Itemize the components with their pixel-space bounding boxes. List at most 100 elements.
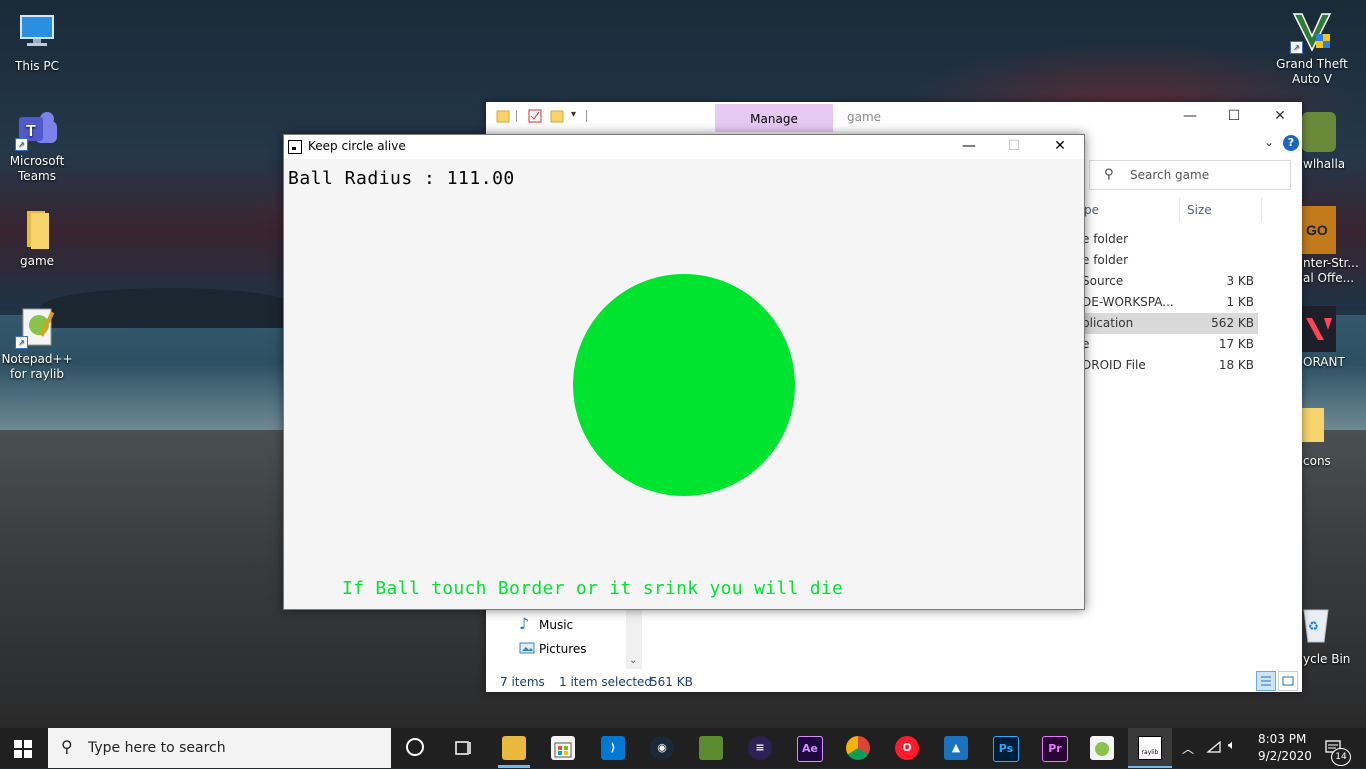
maximize-button[interactable]: ☐	[1211, 102, 1257, 132]
minecraft-icon[interactable]	[699, 736, 723, 760]
desktop-partial-label: al Offe...	[1303, 271, 1355, 285]
file-size: 18 KB	[1218, 358, 1254, 372]
shortcut-arrow-icon: ↗	[15, 138, 28, 151]
clock-time[interactable]: 8:03 PM	[1258, 732, 1306, 746]
file-row[interactable]: DE-WORKSPA... 1 KB	[1082, 292, 1258, 313]
status-item-count: 7 items	[500, 675, 545, 689]
details-view-button[interactable]	[1256, 671, 1276, 691]
cortana-icon[interactable]	[406, 738, 424, 756]
desktop-icon-gta[interactable]: ↗ Grand Theft Auto V	[1272, 10, 1352, 87]
affinity-icon[interactable]: ▲	[944, 736, 968, 760]
raylib-icon: raylib	[1138, 736, 1162, 760]
opera-icon[interactable]: O	[895, 736, 919, 760]
desktop-icon-this-pc[interactable]: This PC	[0, 12, 77, 74]
wifi-icon[interactable]	[1206, 739, 1222, 758]
chevron-down-icon[interactable]: ⌄	[629, 655, 637, 666]
nav-item-pictures[interactable]: Pictures	[486, 638, 626, 660]
raylib-taskbar-button[interactable]: raylib	[1128, 728, 1172, 768]
warning-text: If Ball touch Border or it srink you wil…	[342, 578, 844, 599]
monitor-icon	[15, 12, 59, 56]
vscode-icon[interactable]: ⟩	[601, 736, 625, 760]
close-button[interactable]: ✕	[1257, 102, 1303, 132]
nav-item-music[interactable]: ♪ Music	[486, 614, 626, 636]
file-row[interactable]: Source 3 KB	[1082, 271, 1258, 292]
column-divider[interactable]	[1179, 198, 1180, 222]
steam-icon[interactable]: ◉	[650, 736, 674, 760]
windows-start-icon[interactable]	[14, 740, 32, 761]
column-divider[interactable]	[1261, 198, 1262, 222]
window-title: Keep circle alive	[308, 139, 406, 153]
photoshop-icon[interactable]: Ps	[993, 736, 1019, 762]
pictures-icon	[519, 642, 535, 654]
clock-date[interactable]: 9/2/2020	[1258, 749, 1312, 763]
chevron-down-icon[interactable]: ⌄	[1264, 135, 1274, 149]
desktop-icon-notepadpp[interactable]: ↗ Notepad++ for raylib	[0, 305, 77, 382]
brawlhalla-icon[interactable]	[1302, 112, 1336, 152]
eclipse-icon[interactable]: ≡	[748, 736, 772, 760]
show-hidden-icons-chevron-icon[interactable]: ︿	[1182, 740, 1194, 757]
green-ball[interactable]	[573, 274, 795, 496]
scrollbar[interactable]: ⌄	[626, 607, 642, 669]
desktop-partial-label: nter-Str...	[1303, 256, 1359, 270]
task-view-icon[interactable]	[454, 739, 474, 760]
store-icon[interactable]	[551, 736, 575, 760]
status-size: 561 KB	[650, 675, 693, 689]
folder-icon[interactable]	[1302, 408, 1324, 442]
svg-text:♻: ♻	[1308, 619, 1319, 633]
wallpaper-hill	[40, 288, 300, 328]
close-button[interactable]: ✕	[1037, 135, 1083, 159]
tab-manage[interactable]: Manage	[715, 104, 833, 132]
premiere-icon[interactable]: Pr	[1042, 736, 1068, 762]
minimize-button[interactable]: —	[1167, 102, 1213, 132]
search-icon: ⚲	[61, 737, 73, 756]
search-placeholder: Search game	[1130, 168, 1210, 182]
game-titlebar[interactable]: Keep circle alive — ☐ ✕	[284, 135, 1084, 159]
large-icons-view-button[interactable]	[1278, 671, 1298, 691]
file-size: 17 KB	[1218, 337, 1254, 351]
column-header-type[interactable]: pe	[1084, 203, 1099, 217]
notepadpp-icon[interactable]	[1090, 736, 1114, 760]
search-icon: ⚲	[1104, 167, 1114, 182]
gta-icon: ↗	[1290, 10, 1334, 54]
teams-icon: T ↗	[15, 107, 59, 151]
maximize-button: ☐	[1007, 138, 1021, 154]
valorant-icon[interactable]	[1302, 306, 1336, 352]
nav-item-label: Pictures	[539, 642, 587, 656]
file-row[interactable]: e folder	[1082, 229, 1258, 250]
chrome-icon[interactable]	[846, 736, 870, 760]
file-row-selected[interactable]: plication 562 KB	[1082, 313, 1258, 334]
recycle-bin-icon[interactable]: ♻	[1302, 604, 1330, 644]
help-icon[interactable]: ?	[1283, 135, 1299, 151]
desktop-icon-label: game	[19, 254, 55, 268]
desktop-icon-label: Notepad++ for raylib	[1, 352, 73, 381]
after-effects-icon[interactable]: Ae	[797, 736, 823, 762]
desktop-icon-teams[interactable]: T ↗ Microsoft Teams	[0, 107, 77, 184]
file-type: DE-WORKSPA...	[1082, 295, 1174, 309]
minimize-button[interactable]: —	[946, 135, 992, 159]
file-row[interactable]: e folder	[1082, 250, 1258, 271]
search-input[interactable]: ⚲ Search game	[1089, 160, 1291, 190]
file-row[interactable]: e 17 KB	[1082, 334, 1258, 355]
taskbar: ⚲ Type here to search ⟩ ◉ ≡ Ae O ▲ Ps Pr…	[0, 728, 1366, 768]
new-folder-icon[interactable]	[550, 109, 564, 123]
notepadpp-icon: ↗	[15, 305, 59, 349]
folder-icon[interactable]	[496, 109, 510, 123]
properties-icon[interactable]	[528, 109, 542, 123]
ball-radius-readout: Ball Radius : 111.00	[288, 168, 515, 189]
divider	[516, 110, 517, 122]
file-explorer-icon[interactable]	[502, 736, 526, 760]
csgo-icon[interactable]: GO	[1302, 206, 1336, 254]
desktop-icon-game-folder[interactable]: game	[0, 207, 77, 269]
nav-item-label: Music	[539, 618, 574, 632]
window-title: game	[847, 110, 882, 124]
file-size: 1 KB	[1226, 295, 1254, 309]
game-window[interactable]: Keep circle alive — ☐ ✕ Ball Radius : 11…	[283, 134, 1085, 610]
file-row[interactable]: DROID File 18 KB	[1082, 355, 1258, 376]
customize-quick-access-icon[interactable]: ▾	[571, 109, 576, 120]
shortcut-arrow-icon: ↗	[1290, 41, 1303, 54]
column-header-size[interactable]: Size	[1187, 203, 1212, 217]
taskbar-search-box[interactable]: ⚲ Type here to search	[48, 728, 391, 768]
folder-icon	[15, 207, 59, 251]
volume-icon[interactable]: 🔈︎	[1228, 738, 1236, 753]
desktop-icon-label: This PC	[15, 59, 59, 73]
